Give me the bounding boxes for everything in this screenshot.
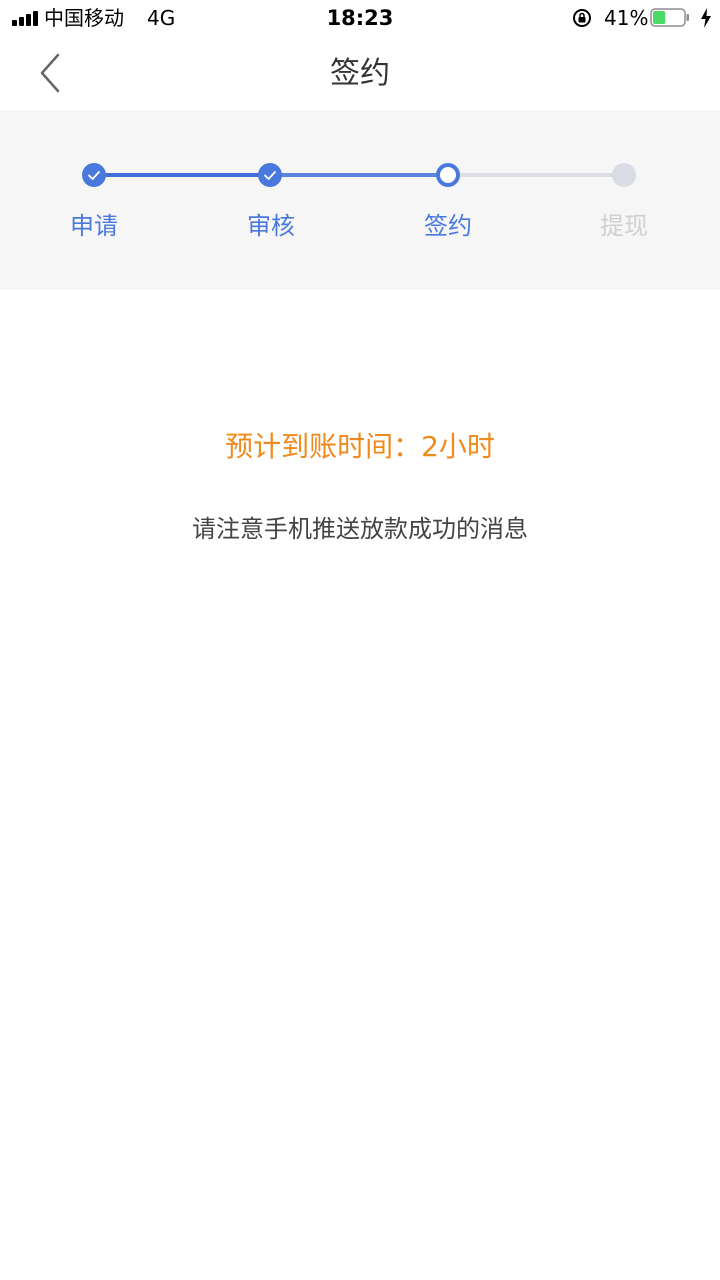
battery-percentage: 41%	[604, 6, 649, 30]
step-apply-label: 申请	[70, 212, 118, 240]
step-review-label: 审核	[247, 212, 295, 240]
status-bar: 中国移动 4G 18:23 41%	[0, 0, 720, 36]
navigation-bar: 签约	[0, 36, 720, 110]
push-notice-message: 请注意手机推送放款成功的消息	[192, 515, 528, 543]
step-apply-node	[82, 163, 106, 187]
page-title: 签约	[330, 56, 390, 91]
battery-icon	[650, 8, 689, 27]
step-connector-1	[94, 173, 270, 177]
step-connector-3	[448, 173, 624, 177]
step-sign-label: 签约	[424, 212, 472, 240]
step-review-node	[258, 163, 282, 187]
checkmark-icon	[88, 171, 100, 180]
step-connector-2	[270, 173, 448, 177]
progress-steps: 申请 审核 签约 提现	[0, 110, 720, 290]
charging-bolt-icon	[701, 8, 711, 28]
step-sign-node	[436, 163, 460, 187]
checkmark-icon	[264, 171, 276, 180]
step-withdraw-node	[612, 163, 636, 187]
step-withdraw-label: 提现	[600, 212, 648, 240]
estimated-arrival-time: 预计到账时间：2小时	[225, 430, 495, 463]
rotation-lock-icon	[573, 9, 591, 27]
